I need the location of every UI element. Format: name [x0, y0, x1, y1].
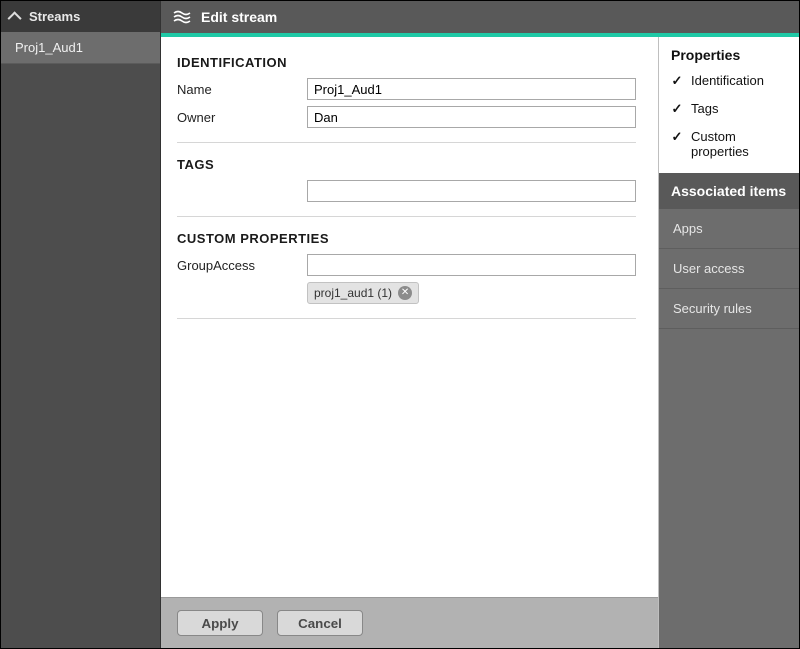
group-access-label: GroupAccess — [177, 258, 307, 273]
properties-item-identification[interactable]: ✓ Identification — [671, 73, 787, 89]
section-heading-custom-properties: CUSTOM PROPERTIES — [177, 231, 636, 246]
name-label: Name — [177, 82, 307, 97]
group-access-input[interactable] — [307, 254, 636, 276]
associated-item-user-access[interactable]: User access — [659, 249, 799, 289]
owner-input[interactable] — [307, 106, 636, 128]
titlebar-title: Edit stream — [201, 9, 277, 25]
associated-item-security-rules[interactable]: Security rules — [659, 289, 799, 329]
chip[interactable]: proj1_aud1 (1) ✕ — [307, 282, 419, 304]
properties-heading: Properties — [671, 47, 787, 63]
work-area: IDENTIFICATION Name Owner TAGS — [161, 37, 799, 648]
associated-panel: Apps User access Security rules — [659, 209, 799, 648]
properties-item-label: Identification — [691, 73, 764, 88]
sidebar-item-stream[interactable]: Proj1_Aud1 — [1, 32, 160, 64]
divider — [177, 318, 636, 319]
name-input[interactable] — [307, 78, 636, 100]
close-icon[interactable]: ✕ — [398, 286, 412, 300]
apply-button[interactable]: Apply — [177, 610, 263, 636]
right-panel: Properties ✓ Identification ✓ Tags ✓ Cus… — [659, 37, 799, 648]
chip-label: proj1_aud1 (1) — [314, 286, 392, 300]
properties-panel: Properties ✓ Identification ✓ Tags ✓ Cus… — [659, 37, 799, 173]
divider — [177, 216, 636, 217]
tags-input[interactable] — [307, 180, 636, 202]
section-heading-identification: IDENTIFICATION — [177, 55, 636, 70]
row-owner: Owner — [177, 106, 636, 128]
chip-spacer — [177, 282, 307, 304]
properties-item-label: Tags — [691, 101, 718, 116]
main-column: Edit stream IDENTIFICATION Name Owner — [161, 1, 799, 648]
check-icon: ✓ — [671, 73, 683, 89]
check-icon: ✓ — [671, 129, 683, 145]
associated-heading: Associated items — [659, 173, 799, 209]
sidebar-header[interactable]: Streams — [1, 1, 160, 32]
associated-item-label: User access — [673, 261, 745, 276]
stream-icon — [173, 10, 191, 24]
check-icon: ✓ — [671, 101, 683, 117]
associated-item-label: Security rules — [673, 301, 752, 316]
sidebar-header-label: Streams — [29, 9, 80, 24]
properties-item-label: Custom properties — [691, 129, 787, 159]
section-heading-tags: TAGS — [177, 157, 636, 172]
properties-item-custom-properties[interactable]: ✓ Custom properties — [671, 129, 787, 159]
row-tags — [177, 180, 636, 202]
app-root: Streams Proj1_Aud1 Edit stream — [1, 1, 799, 648]
form-scroll: IDENTIFICATION Name Owner TAGS — [161, 37, 658, 597]
row-name: Name — [177, 78, 636, 100]
associated-item-label: Apps — [673, 221, 703, 236]
titlebar: Edit stream — [161, 1, 799, 33]
sidebar-item-label: Proj1_Aud1 — [15, 40, 83, 55]
row-group-access: GroupAccess — [177, 254, 636, 276]
button-bar: Apply Cancel — [161, 597, 658, 648]
form-area: IDENTIFICATION Name Owner TAGS — [161, 37, 659, 648]
left-sidebar: Streams Proj1_Aud1 — [1, 1, 161, 648]
owner-label: Owner — [177, 110, 307, 125]
chevron-up-icon — [8, 11, 22, 25]
cancel-button[interactable]: Cancel — [277, 610, 363, 636]
group-access-chips: proj1_aud1 (1) ✕ — [177, 282, 636, 304]
associated-item-apps[interactable]: Apps — [659, 209, 799, 249]
divider — [177, 142, 636, 143]
properties-item-tags[interactable]: ✓ Tags — [671, 101, 787, 117]
